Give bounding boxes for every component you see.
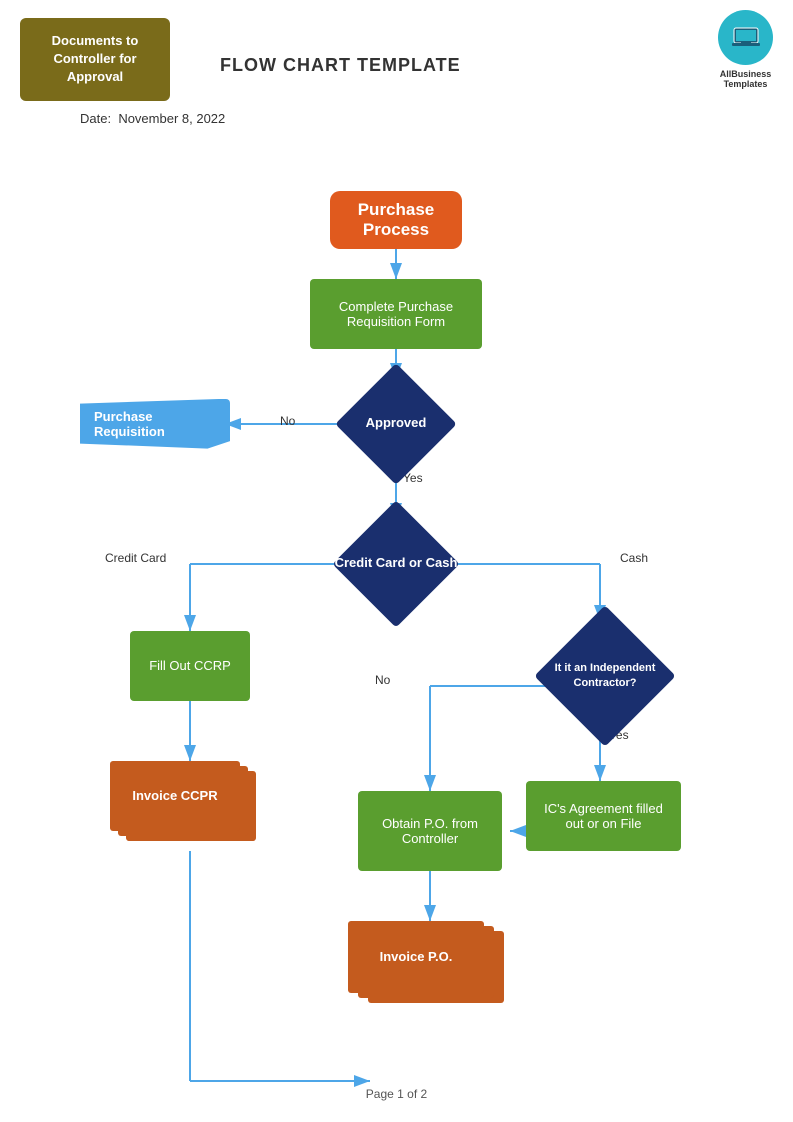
cash-label: Cash [620, 551, 648, 565]
no-label-2: No [375, 673, 390, 687]
page-title: FLOW CHART TEMPLATE [220, 55, 461, 76]
logo-circle [718, 10, 773, 65]
docs-controller-box: Documents to Controller for Approval [20, 18, 170, 101]
credit-card-label: Credit Card [105, 551, 166, 565]
ics-agreement-box: IC's Agreement filled out or on File [526, 781, 681, 851]
independent-contractor-label: It it an Independent Contractor? [555, 661, 656, 690]
independent-contractor-diamond-wrap: It it an Independent Contractor? [525, 621, 685, 731]
laptop-icon [730, 22, 762, 54]
no-label-1: No [280, 414, 295, 428]
approved-diamond-label: Approved [366, 415, 427, 432]
approved-diamond-wrap: Approved [320, 379, 472, 469]
invoice-po-stack: Invoice P.O. [348, 921, 518, 1011]
logo-text: AllBusiness Templates [718, 69, 773, 89]
page-label: Page 1 of 2 [366, 1087, 427, 1101]
header: Documents to Controller for Approval FLO… [0, 0, 793, 101]
credit-card-cash-diamond-wrap: Credit Card or Cash [296, 519, 496, 609]
flowchart: No Yes Credit Card Cash No Yes Purchase … [0, 131, 793, 1111]
complete-pr-form-box: Complete Purchase Requisition Form [310, 279, 482, 349]
date-line: Date: November 8, 2022 [0, 101, 793, 126]
obtain-po-box: Obtain P.O. from Controller [358, 791, 502, 871]
invoice-ccpr-stack: Invoice CCPR [110, 761, 270, 851]
credit-card-cash-label: Credit Card or Cash [335, 555, 458, 572]
purchase-requisition-shape: Purchase Requisition [80, 399, 230, 449]
logo-area: AllBusiness Templates [718, 10, 773, 89]
start-process-box: Purchase Process [330, 191, 462, 249]
fill-ccrp-box: Fill Out CCRP [130, 631, 250, 701]
